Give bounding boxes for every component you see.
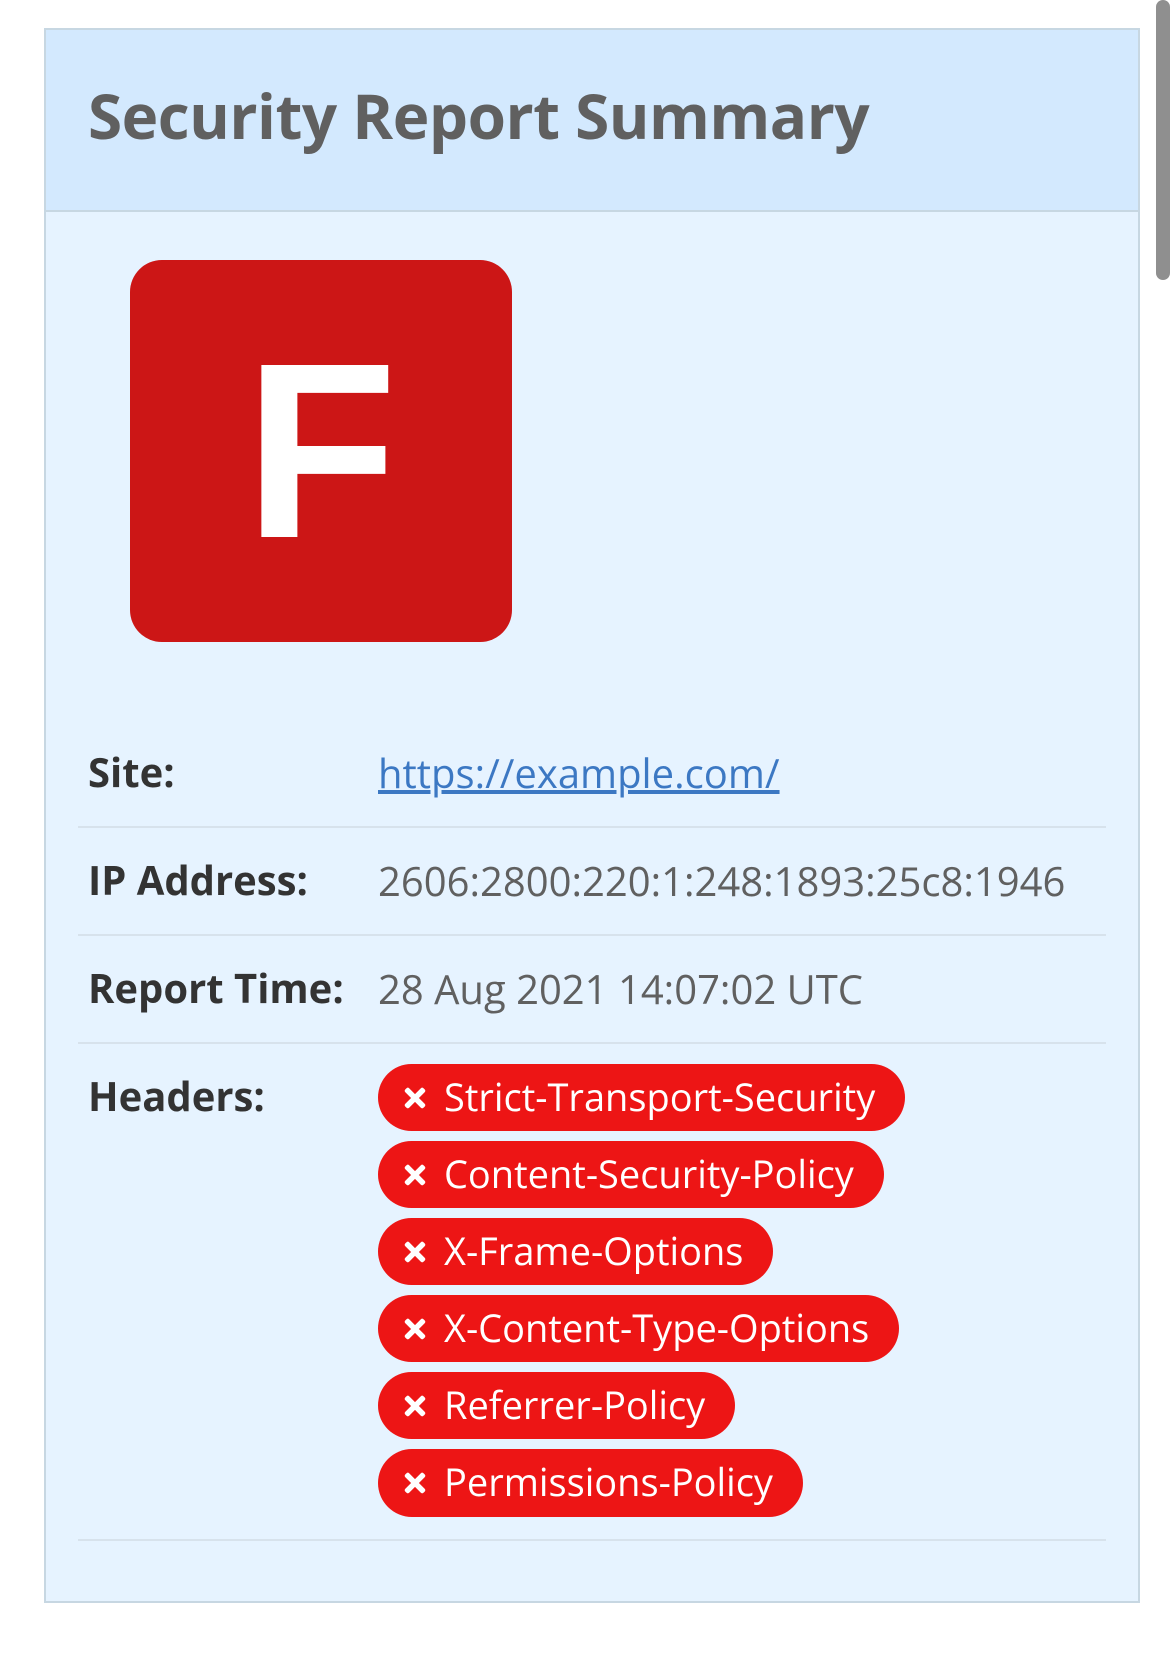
grade-badge: F xyxy=(130,260,512,642)
header-pill-permissions-policy: Permissions-Policy xyxy=(378,1449,803,1516)
site-value: https://example.com/ xyxy=(378,720,1106,827)
headers-label: Headers: xyxy=(78,1043,378,1540)
report-time-row: Report Time: 28 Aug 2021 14:07:02 UTC xyxy=(78,935,1106,1043)
headers-row: Headers: Strict-Transport-Security Conten… xyxy=(78,1043,1106,1540)
header-pill-strict-transport-security: Strict-Transport-Security xyxy=(378,1064,905,1131)
x-icon xyxy=(400,1314,430,1344)
headers-value: Strict-Transport-Security Content-Securit… xyxy=(378,1043,1106,1540)
security-report-panel: Security Report Summary F Site: https://… xyxy=(44,28,1140,1603)
header-pill-label: Content-Security-Policy xyxy=(444,1147,854,1202)
panel-header: Security Report Summary xyxy=(46,30,1138,212)
header-pill-label: X-Content-Type-Options xyxy=(444,1301,869,1356)
site-label: Site: xyxy=(78,720,378,827)
site-row: Site: https://example.com/ xyxy=(78,720,1106,827)
x-icon xyxy=(400,1160,430,1190)
header-pill-x-frame-options: X-Frame-Options xyxy=(378,1218,773,1285)
header-pill-referrer-policy: Referrer-Policy xyxy=(378,1372,735,1439)
ip-row: IP Address: 2606:2800:220:1:248:1893:25c… xyxy=(78,827,1106,935)
ip-value: 2606:2800:220:1:248:1893:25c8:1946 xyxy=(378,827,1106,935)
header-pill-label: Strict-Transport-Security xyxy=(444,1070,875,1125)
header-pill-content-security-policy: Content-Security-Policy xyxy=(378,1141,884,1208)
panel-title: Security Report Summary xyxy=(88,74,1096,158)
header-pill-label: Permissions-Policy xyxy=(444,1455,773,1510)
report-time-label: Report Time: xyxy=(78,935,378,1043)
x-icon xyxy=(400,1468,430,1498)
header-pill-label: X-Frame-Options xyxy=(444,1224,743,1279)
ip-label: IP Address: xyxy=(78,827,378,935)
x-icon xyxy=(400,1391,430,1421)
report-info-table: Site: https://example.com/ IP Address: 2… xyxy=(78,720,1106,1541)
scrollbar-thumb[interactable] xyxy=(1156,0,1170,280)
site-link[interactable]: https://example.com/ xyxy=(378,745,780,800)
x-icon xyxy=(400,1083,430,1113)
panel-body: F Site: https://example.com/ IP Address:… xyxy=(46,212,1138,1601)
header-pill-label: Referrer-Policy xyxy=(444,1378,705,1433)
header-pill-x-content-type-options: X-Content-Type-Options xyxy=(378,1295,899,1362)
x-icon xyxy=(400,1237,430,1267)
grade-letter: F xyxy=(245,326,398,576)
report-time-value: 28 Aug 2021 14:07:02 UTC xyxy=(378,935,1106,1043)
